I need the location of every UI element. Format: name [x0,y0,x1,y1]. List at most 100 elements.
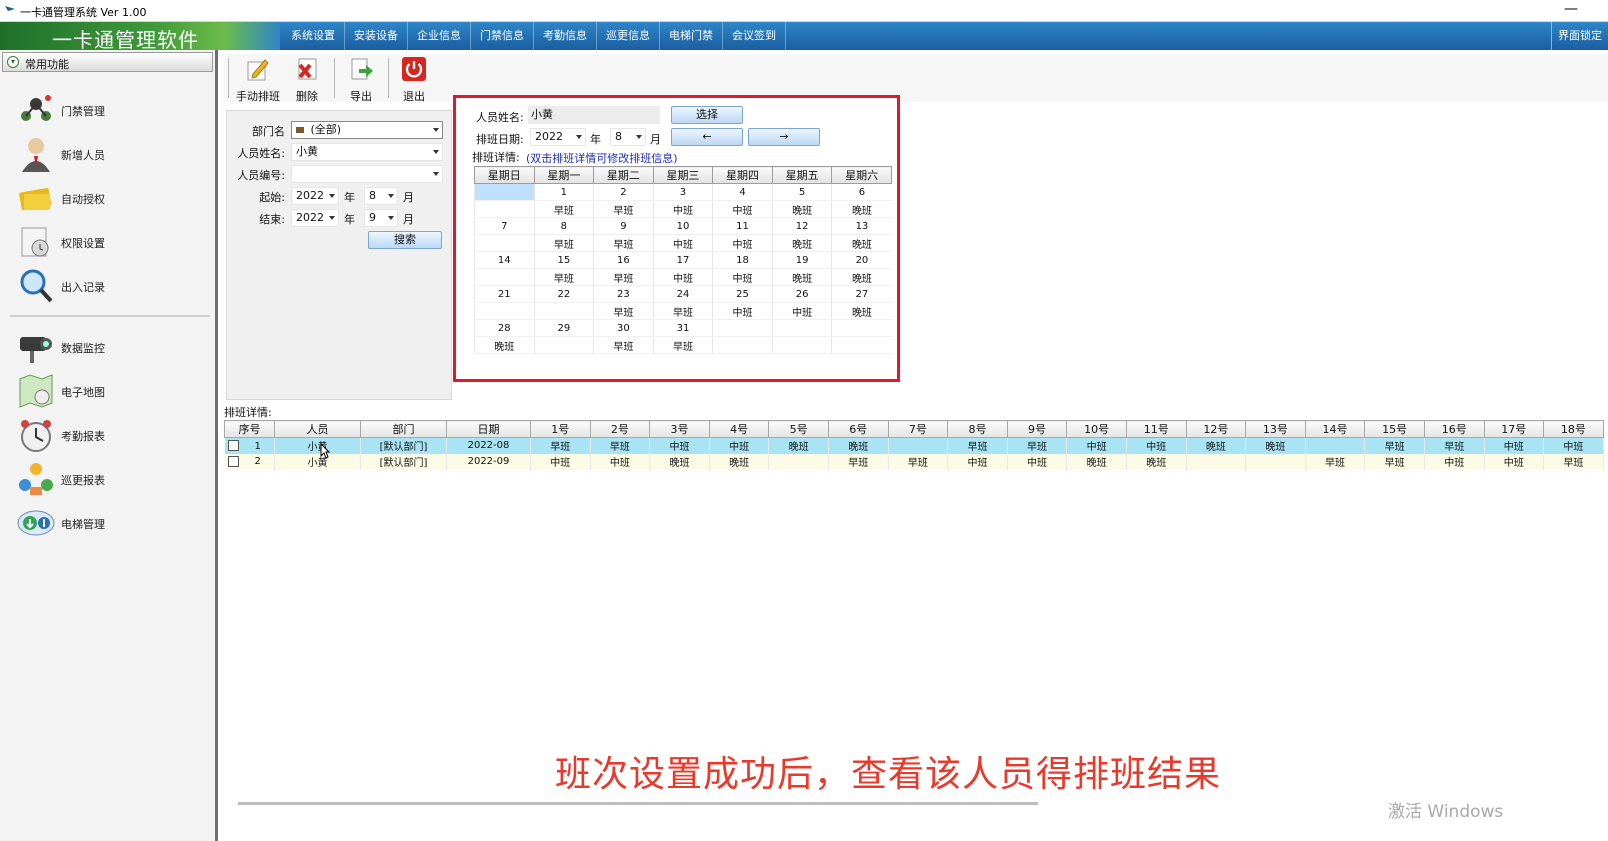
calendar-date-cell[interactable]: 3 [652,183,713,201]
start-month-select[interactable]: 8 [364,187,398,205]
sidebar-header[interactable]: ▾ 常用功能 [2,52,213,72]
grid-column-header[interactable]: 10号 [1066,420,1127,438]
menu-company-info[interactable]: 企业信息 [408,22,471,50]
calendar-shift-cell[interactable] [533,336,594,354]
calendar-date-cell[interactable]: 5 [771,183,832,201]
grid-column-header[interactable]: 16号 [1423,420,1485,438]
calendar-date-cell[interactable]: 14 [474,251,535,269]
calendar-date-cell[interactable]: 26 [771,285,832,303]
calendar-shift-cell[interactable]: 早班 [652,302,713,320]
grid-column-header[interactable]: 6号 [827,420,889,438]
calendar-shift-cell[interactable]: 中班 [652,234,713,252]
sidebar-item-permission[interactable]: 权限设置 [16,222,206,262]
calendar-date-cell[interactable]: 10 [652,217,713,235]
calendar-shift-cell[interactable]: 中班 [652,268,713,286]
calendar-date-cell[interactable]: 12 [771,217,832,235]
name-select[interactable]: 小黄 [291,143,443,161]
grid-column-header[interactable]: 14号 [1304,420,1366,438]
calendar-shift-cell[interactable]: 中班 [712,200,773,218]
cal-month-select[interactable]: 8 [610,128,646,146]
end-year-select[interactable]: 2022 [291,209,339,227]
calendar-date-cell[interactable] [771,319,832,337]
sidebar-item-patrol-report[interactable]: 巡更报表 [16,459,206,499]
cal-name-field[interactable]: 小黄 [528,106,660,124]
start-year-select[interactable]: 2022 [291,187,339,205]
table-row[interactable]: 1 小黄 [默认部门] 2022-08 早班 早班 中班 中班 晚班 晚班 早班 早班 中班 中班 晚班 晚班… [224,437,1604,454]
sidebar-item-access-records[interactable]: 出入记录 [16,266,206,306]
id-select[interactable] [291,165,443,183]
grid-column-header[interactable]: 12号 [1185,420,1247,438]
prev-month-button[interactable]: ← [671,128,743,146]
next-month-button[interactable]: → [748,128,820,146]
calendar-date-cell[interactable]: 16 [593,251,654,269]
menu-system-settings[interactable]: 系统设置 [282,22,345,50]
lock-screen-button[interactable]: 界面锁定 [1551,22,1608,50]
grid-column-header[interactable]: 9号 [1006,420,1068,438]
calendar-shift-cell[interactable]: 中班 [712,302,773,320]
calendar-shift-cell[interactable]: 中班 [712,268,773,286]
end-month-select[interactable]: 9 [364,209,398,227]
calendar-shift-cell[interactable]: 晚班 [771,200,832,218]
calendar-shift-cell[interactable]: 晚班 [831,302,892,320]
calendar-date-cell[interactable]: 30 [593,319,654,337]
sidebar-item-data-monitor[interactable]: 数据监控 [16,327,206,367]
calendar-date-cell[interactable]: 18 [712,251,773,269]
calendar-date-cell[interactable]: 8 [533,217,594,235]
calendar-date-cell[interactable]: 13 [831,217,892,235]
menu-access-info[interactable]: 门禁信息 [471,22,534,50]
dept-select[interactable]: (全部) [291,121,443,139]
calendar-shift-cell[interactable]: 早班 [593,200,654,218]
calendar-shift-cell[interactable]: 晚班 [831,200,892,218]
calendar-date-cell[interactable]: 15 [533,251,594,269]
calendar-shift-cell[interactable]: 早班 [593,336,654,354]
calendar-date-cell[interactable]: 27 [831,285,892,303]
calendar-shift-cell[interactable]: 晚班 [771,234,832,252]
calendar-shift-cell[interactable] [474,268,535,286]
calendar-shift-cell[interactable]: 早班 [593,234,654,252]
calendar-shift-cell[interactable]: 早班 [533,268,594,286]
grid-column-header[interactable]: 序号 [224,420,275,438]
grid-column-header[interactable]: 7号 [887,420,949,438]
calendar-date-cell[interactable]: 24 [652,285,713,303]
calendar-shift-cell[interactable] [474,302,535,320]
grid-column-header[interactable]: 部门 [360,420,447,438]
grid-column-header[interactable]: 8号 [947,420,1008,438]
calendar-shift-cell[interactable] [771,336,832,354]
menu-elevator-access[interactable]: 电梯门禁 [660,22,723,50]
calendar-date-cell[interactable]: 6 [831,183,892,201]
calendar-date-cell[interactable]: 23 [593,285,654,303]
calendar-shift-cell[interactable] [533,302,594,320]
calendar-shift-cell[interactable] [474,200,535,218]
calendar-shift-cell[interactable]: 晚班 [831,268,892,286]
calendar-date-cell[interactable]: 9 [593,217,654,235]
calendar-date-cell[interactable]: 21 [474,285,535,303]
grid-column-header[interactable]: 17号 [1483,420,1545,438]
cal-year-select[interactable]: 2022 [530,128,586,146]
grid-column-header[interactable]: 18号 [1543,420,1604,438]
grid-column-header[interactable]: 人员 [274,420,361,438]
grid-column-header[interactable]: 4号 [708,420,770,438]
grid-column-header[interactable]: 日期 [446,420,531,438]
menu-attendance-info[interactable]: 考勤信息 [534,22,597,50]
calendar-date-cell[interactable]: 25 [712,285,773,303]
grid-column-header[interactable]: 5号 [768,420,829,438]
calendar-shift-cell[interactable]: 早班 [533,200,594,218]
calendar-shift-cell[interactable]: 早班 [652,336,713,354]
calendar-date-cell[interactable]: 1 [533,183,594,201]
calendar-date-cell[interactable]: 31 [652,319,713,337]
calendar-date-cell[interactable]: 17 [652,251,713,269]
calendar-date-cell[interactable] [831,319,892,337]
calendar-date-cell[interactable]: 11 [712,217,773,235]
minimize-button[interactable]: — [1564,1,1578,17]
calendar-date-cell[interactable] [474,183,535,201]
grid-column-header[interactable]: 13号 [1245,420,1306,438]
sidebar-item-auto-auth[interactable]: 自动授权 [16,178,206,218]
calendar-date-cell[interactable]: 4 [712,183,773,201]
table-row[interactable]: 2 小黄 [默认部门] 2022-09 中班 中班 晚班 晚班 早班 早班 中班 中班 晚班 晚班 早班 早班… [224,453,1604,470]
calendar-date-cell[interactable]: 22 [533,285,594,303]
calendar-date-cell[interactable]: 19 [771,251,832,269]
manual-schedule-button[interactable]: 手动排班 [233,56,283,103]
sidebar-item-e-map[interactable]: 电子地图 [16,371,206,411]
calendar-shift-cell[interactable]: 中班 [712,234,773,252]
calendar-date-cell[interactable]: 29 [533,319,594,337]
